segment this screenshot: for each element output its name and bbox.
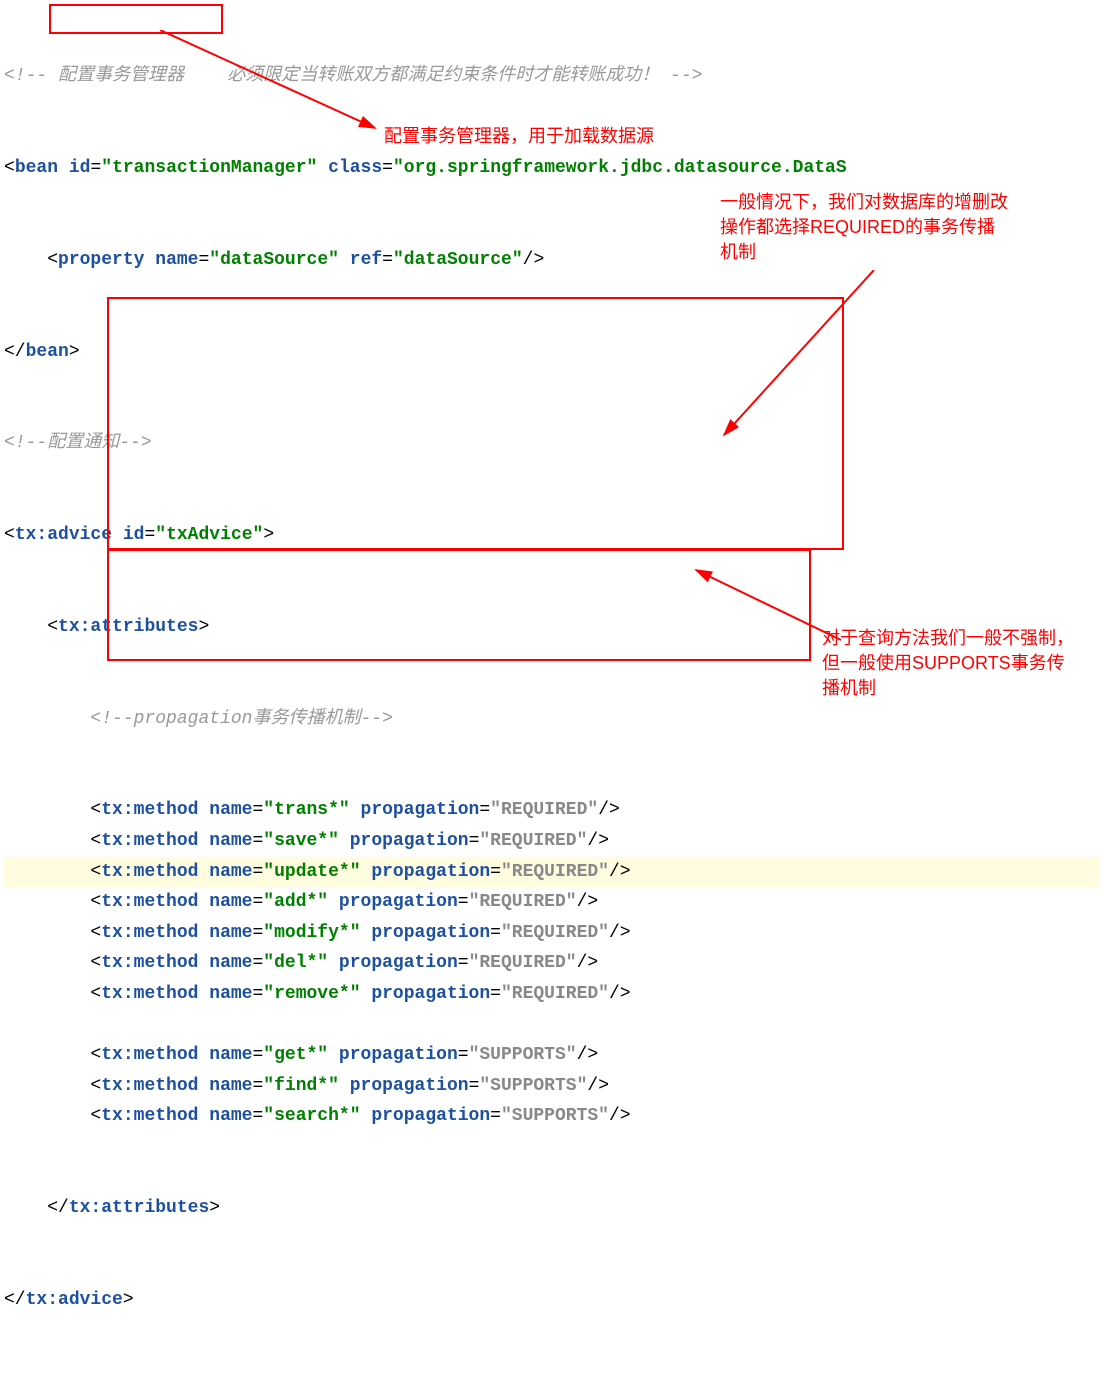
annotation-2: 一般情况下，我们对数据库的增删改操作都选择REQUIRED的事务传播机制 [720, 190, 1010, 266]
attr-value: org.springframework.jdbc.datasource.Data… [404, 158, 847, 178]
code-line: <tx:advice id="txAdvice"> [4, 520, 1099, 551]
code-line: <tx:method name="remove*" propagation="R… [4, 979, 1099, 1010]
annotation-1: 配置事务管理器，用于加载数据源 [384, 124, 654, 149]
comment-text: propagation事务传播机制 [134, 709, 361, 729]
annotation-3: 对于查询方法我们一般不强制，但一般使用SUPPORTS事务传播机制 [822, 626, 1082, 702]
code-line: <tx:method name="add*" propagation="REQU… [4, 887, 1099, 918]
comment-text: 配置通知 [47, 433, 119, 453]
code-line: <tx:method name="update*" propagation="R… [4, 857, 1099, 888]
comment-text: 必须限定当转账双方都满足约束条件时才能转账成功！ [227, 66, 659, 86]
attr-value: dataSource [220, 250, 328, 270]
code-line: <!--propagation事务传播机制--> [4, 704, 1099, 735]
code-line: <tx:method name="get*" propagation="SUPP… [4, 1040, 1099, 1071]
code-line: <tx:method name="del*" propagation="REQU… [4, 948, 1099, 979]
code-line: </bean> [4, 337, 1099, 368]
comment-text: 配置事务管理器 [58, 66, 184, 86]
attr-value: txAdvice [166, 525, 252, 545]
code-line: <tx:method name="find*" propagation="SUP… [4, 1071, 1099, 1102]
code-line: <tx:method name="search*" propagation="S… [4, 1101, 1099, 1132]
code-line: <!-- 配置事务管理器 必须限定当转账双方都满足约束条件时才能转账成功！ --… [4, 61, 1099, 92]
code-line: </tx:advice> [4, 1285, 1099, 1316]
code-line: <bean id="transactionManager" class="org… [4, 153, 1099, 184]
code-line: <tx:method name="save*" propagation="REQ… [4, 826, 1099, 857]
code-line: <tx:method name="trans*" propagation="RE… [4, 795, 1099, 826]
attr-value: transactionManager [112, 158, 306, 178]
code-line: <tx:method name="modify*" propagation="R… [4, 918, 1099, 949]
code-line: <!--配置通知--> [4, 428, 1099, 459]
attr-value: dataSource [404, 250, 512, 270]
code-line: </tx:attributes> [4, 1193, 1099, 1224]
